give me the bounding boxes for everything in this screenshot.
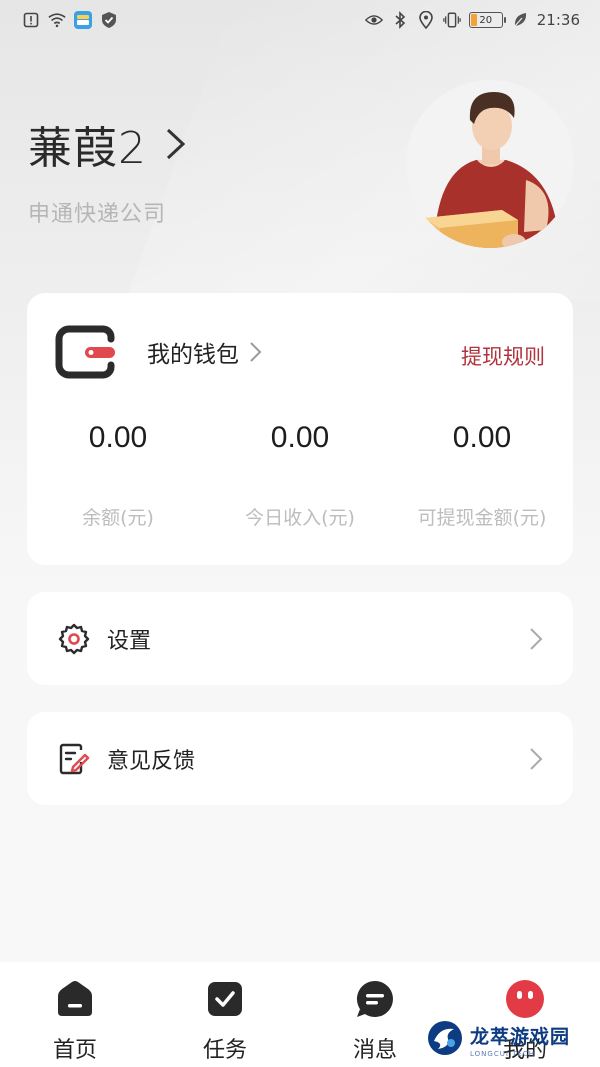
watermark-logo-icon [426, 1019, 464, 1061]
mine-icon [504, 978, 546, 1020]
feedback-label: 意见反馈 [107, 748, 196, 774]
wallet-icon [55, 325, 117, 379]
wallet-stats: 0.00 余额(元) 0.00 今日收入(元) 0.00 可提现金额(元) [27, 421, 573, 530]
watermark-title: 龙萃游戏园 [470, 1026, 571, 1048]
tab-label: 任务 [202, 1038, 247, 1063]
withdraw-rules-link[interactable]: 提现规则 [461, 341, 545, 371]
alert-icon [22, 11, 40, 29]
feedback-item[interactable]: 意见反馈 [27, 712, 573, 805]
eye-icon [364, 11, 383, 29]
stat-label: 可提现金额(元) [417, 507, 547, 529]
wallet-app-icon [74, 11, 92, 29]
stat-withdrawable: 0.00 可提现金额(元) [391, 421, 573, 530]
profile-name: 蒹葭2 [28, 123, 147, 174]
wifi-icon [48, 11, 66, 29]
bluetooth-icon [391, 11, 409, 29]
chevron-right-icon [165, 127, 187, 161]
stat-value: 0.00 [88, 421, 148, 454]
stat-balance: 0.00 余额(元) [27, 421, 209, 530]
stat-label: 今日收入(元) [245, 507, 355, 529]
watermark-text: 龙萃游戏园 LONGCUI TECH [470, 1022, 570, 1058]
courier-avatar[interactable] [406, 80, 574, 248]
stat-value: 0.00 [270, 421, 330, 454]
settings-item[interactable]: 设置 [27, 592, 573, 685]
leaf-icon [511, 11, 529, 29]
watermark-subtitle: LONGCUI TECH [470, 1050, 535, 1058]
profile-link[interactable]: 蒹葭2 [28, 112, 187, 176]
settings-label: 设置 [107, 628, 152, 654]
home-icon [54, 978, 96, 1020]
chevron-right-icon [529, 747, 543, 771]
feedback-icon [57, 742, 91, 776]
message-icon [354, 978, 396, 1020]
clock: 21:36 [536, 11, 580, 29]
task-icon [204, 978, 246, 1020]
gear-icon [57, 622, 91, 656]
tab-task[interactable]: 任务 [150, 962, 300, 1067]
status-bar-right: 20 21:36 [364, 11, 580, 29]
watermark: 龙萃游戏园 LONGCUI TECH [426, 1019, 570, 1061]
tab-label: 消息 [352, 1038, 397, 1063]
tab-label: 首页 [52, 1038, 97, 1063]
status-bar: 20 21:36 [0, 0, 600, 40]
stat-today-income: 0.00 今日收入(元) [209, 421, 391, 530]
company-name: 申通快递公司 [28, 202, 167, 227]
vibrate-icon [443, 11, 461, 29]
stat-value: 0.00 [452, 421, 512, 454]
tab-home[interactable]: 首页 [0, 962, 150, 1067]
stat-label: 余额(元) [82, 507, 154, 529]
chevron-right-icon [249, 341, 263, 363]
shield-icon [100, 11, 118, 29]
battery-icon: 20 [468, 12, 506, 28]
location-icon [417, 11, 435, 29]
wallet-card: 我的钱包 提现规则 0.00 余额(元) 0.00 今日收入(元) 0.00 可… [27, 293, 573, 565]
wallet-title: 我的钱包 [147, 342, 239, 368]
battery-level: 20 [479, 14, 493, 26]
chevron-right-icon [529, 627, 543, 651]
status-bar-left [22, 11, 118, 29]
wallet-link[interactable]: 我的钱包 [55, 325, 263, 379]
